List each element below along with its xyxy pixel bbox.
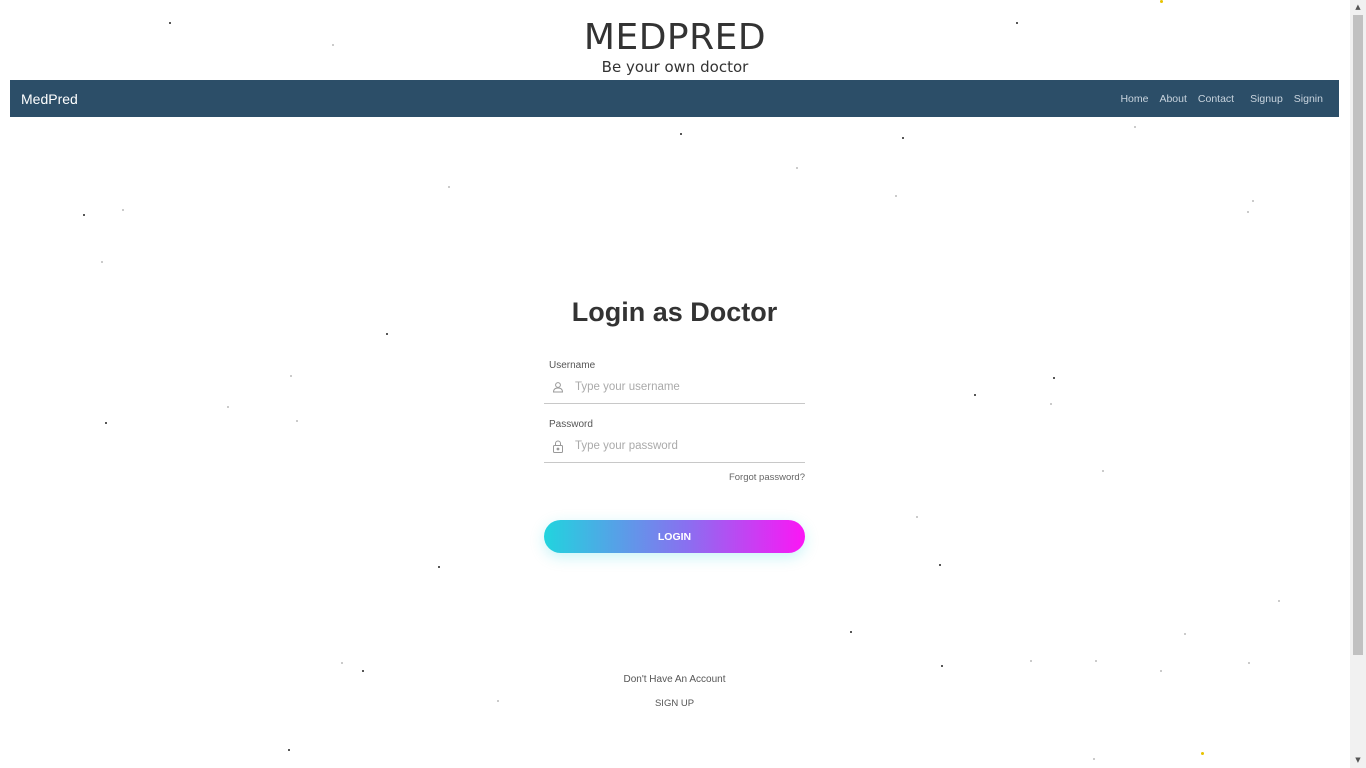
user-icon (551, 380, 565, 394)
forgot-password-link[interactable]: Forgot password? (544, 472, 805, 483)
username-field: Username (544, 360, 805, 404)
nav-link-signup[interactable]: Signup (1250, 93, 1283, 105)
username-label: Username (549, 360, 596, 371)
no-account-text: Don't Have An Account (623, 674, 726, 685)
username-input[interactable] (573, 380, 797, 394)
password-field: Password (544, 419, 805, 463)
nav-link-signin[interactable]: Signin (1294, 93, 1323, 105)
site-title: MEDPRED (583, 17, 767, 58)
scroll-down-icon[interactable]: ▼ (1350, 753, 1366, 768)
nav-link-about[interactable]: About (1159, 93, 1186, 105)
navbar-brand[interactable]: MedPred (21, 91, 78, 107)
nav-link-contact[interactable]: Contact (1198, 93, 1234, 105)
login-button[interactable]: LOGIN (544, 520, 805, 553)
signup-prompt: Don't Have An Account SIGN UP (544, 674, 805, 709)
login-form: Login as Doctor Username Password (544, 296, 805, 553)
password-row[interactable] (544, 430, 805, 463)
navbar: MedPred Home About Contact Signup Signin (10, 80, 1339, 117)
page-scrollbar[interactable]: ▲ ▼ (1350, 0, 1366, 768)
scrollbar-thumb[interactable] (1353, 15, 1363, 655)
login-heading: Login as Doctor (571, 297, 778, 327)
password-label: Password (549, 419, 593, 430)
scroll-up-icon[interactable]: ▲ (1350, 0, 1366, 15)
nav-link-home[interactable]: Home (1120, 93, 1148, 105)
site-tagline: Be your own doctor (601, 58, 749, 76)
username-row[interactable] (544, 371, 805, 404)
lock-icon (551, 439, 565, 453)
site-header: MEDPRED Be your own doctor (0, 17, 1350, 77)
password-input[interactable] (573, 439, 797, 453)
signup-link[interactable]: SIGN UP (544, 698, 805, 709)
nav-links: Home About Contact Signup Signin (1109, 93, 1323, 105)
